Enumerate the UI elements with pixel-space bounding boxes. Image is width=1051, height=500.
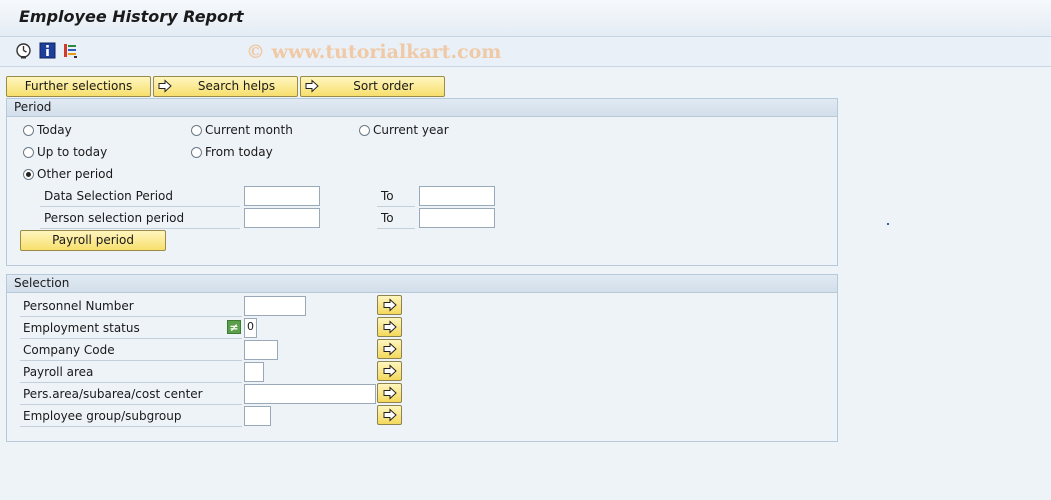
pers-area-field[interactable]	[244, 384, 376, 404]
label-underline	[20, 404, 242, 405]
variants-icon[interactable]	[62, 42, 79, 59]
payroll-area-label: Payroll area	[23, 365, 94, 379]
search-helps-label: Search helps	[197, 79, 276, 93]
label-underline	[40, 206, 240, 207]
company-code-multiple-selection-button[interactable]	[377, 339, 402, 359]
page-title: Employee History Report	[19, 7, 244, 26]
data-selection-period-label: Data Selection Period	[44, 189, 173, 203]
radio-current-month-label: Current month	[205, 123, 293, 137]
pers-area-multiple-selection-button[interactable]	[377, 383, 402, 403]
sort-order-label: Sort order	[353, 79, 414, 93]
arrow-right-icon	[305, 79, 319, 93]
payroll-period-label: Payroll period	[52, 233, 134, 247]
radio-current-year[interactable]	[359, 125, 370, 136]
employment-status-multiple-selection-button[interactable]	[377, 317, 402, 337]
radio-today[interactable]	[23, 125, 34, 136]
payroll-period-button[interactable]: Payroll period	[20, 230, 166, 251]
not-equal-operator-icon[interactable]: ≠	[227, 320, 241, 334]
label-underline	[20, 338, 242, 339]
further-selections-button[interactable]: Further selections	[6, 76, 151, 97]
arrow-right-icon	[383, 298, 397, 312]
radio-up-to-today[interactable]	[23, 147, 34, 158]
company-code-label: Company Code	[23, 343, 115, 357]
person-selection-period-label: Person selection period	[44, 211, 185, 225]
employment-status-label: Employment status	[23, 321, 140, 335]
search-helps-button[interactable]: Search helps	[153, 76, 298, 97]
personnel-number-field[interactable]	[244, 296, 306, 316]
radio-from-today-label: From today	[205, 145, 273, 159]
execute-icon[interactable]	[15, 42, 32, 59]
payroll-area-field[interactable]	[244, 362, 264, 382]
personnel-number-multiple-selection-button[interactable]	[377, 295, 402, 315]
personnel-number-label: Personnel Number	[23, 299, 134, 313]
label-underline	[20, 426, 242, 427]
pers-area-label: Pers.area/subarea/cost center	[23, 387, 203, 401]
watermark: © www.tutorialkart.com	[246, 41, 502, 63]
radio-up-to-today-label: Up to today	[37, 145, 108, 159]
person-selection-to-label: To	[381, 211, 394, 225]
data-selection-to-label: To	[381, 189, 394, 203]
label-underline	[20, 316, 242, 317]
period-group-header: Period	[7, 99, 837, 117]
label-underline	[377, 228, 415, 229]
employment-status-field[interactable]: 0	[244, 318, 257, 338]
radio-today-label: Today	[37, 123, 72, 137]
arrow-right-icon	[383, 408, 397, 422]
person-selection-from-field[interactable]	[244, 208, 320, 228]
dot-marker	[887, 223, 889, 225]
label-underline	[20, 382, 242, 383]
further-selections-label: Further selections	[24, 79, 133, 93]
radio-current-year-label: Current year	[373, 123, 449, 137]
radio-from-today[interactable]	[191, 147, 202, 158]
arrow-right-icon	[383, 342, 397, 356]
label-underline	[20, 360, 242, 361]
person-selection-to-field[interactable]	[419, 208, 495, 228]
label-underline	[40, 228, 240, 229]
selection-group-header: Selection	[7, 275, 837, 293]
arrow-right-icon	[383, 320, 397, 334]
payroll-area-multiple-selection-button[interactable]	[377, 361, 402, 381]
radio-other-period-label: Other period	[37, 167, 114, 181]
label-underline	[377, 206, 415, 207]
arrow-right-icon	[383, 386, 397, 400]
data-selection-to-field[interactable]	[419, 186, 495, 206]
employee-group-label: Employee group/subgroup	[23, 409, 182, 423]
company-code-field[interactable]	[244, 340, 278, 360]
radio-current-month[interactable]	[191, 125, 202, 136]
radio-other-period[interactable]	[23, 169, 34, 180]
sort-order-button[interactable]: Sort order	[300, 76, 445, 97]
data-selection-from-field[interactable]	[244, 186, 320, 206]
employee-group-multiple-selection-button[interactable]	[377, 405, 402, 425]
employee-group-field[interactable]	[244, 406, 271, 426]
application-toolbar	[0, 37, 1051, 67]
arrow-right-icon	[158, 79, 172, 93]
arrow-right-icon	[383, 364, 397, 378]
info-icon[interactable]	[39, 42, 56, 59]
